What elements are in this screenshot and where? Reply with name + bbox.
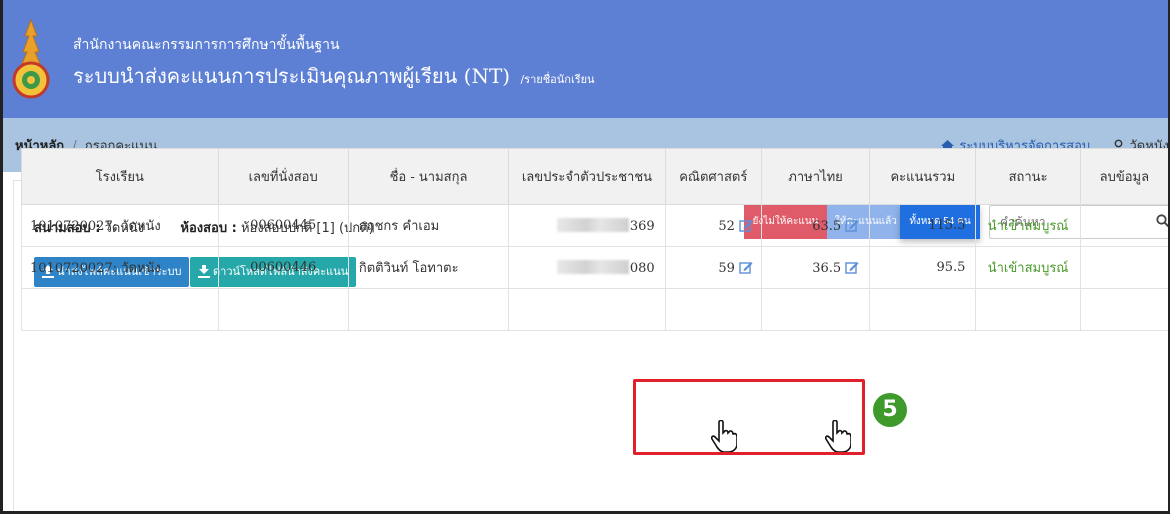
table-row: 1010720027: วัดหนัง 00600446 กิตติวินท์ … [21,246,1168,289]
system-title: ระบบนำส่งคะแนนการประเมินคุณภาพผู้เรียน (… [73,64,511,88]
col-total: คะแนนรวม [869,148,977,205]
cell-school: 1010720027: วัดหนัง [21,204,219,247]
cell-citizen-id: 080 [508,246,666,289]
app-header: สำนักงานคณะกรรมการการศึกษาขั้นพื้นฐาน ระ… [3,0,1168,118]
edit-thai-icon[interactable] [845,260,859,274]
col-school: โรงเรียน [21,148,219,205]
table-row [21,288,1168,331]
cell-total: 95.5 [869,246,977,289]
cell-citizen-id: 369 [508,204,666,247]
score-table: โรงเรียน เลขที่นั่งสอบ ชื่อ - นามสกุล เล… [21,148,1168,331]
col-delete: ลบข้อมูล [1079,148,1168,205]
obec-logo [12,18,50,99]
cell-seat: 00600446 [217,246,349,289]
cid-suffix: 369 [629,218,655,234]
cell-name: กิตติวินท์ โอทาตะ [347,246,510,289]
cell-status: นำเข้าสมบูรณ์ [975,246,1081,289]
cell-status: นำเข้าสมบูรณ์ [975,204,1081,247]
thai-score: 36.5 [812,260,842,276]
page-title: ระบบนำส่งคะแนนการประเมินคุณภาพผู้เรียน (… [73,60,595,92]
math-score: 59 [718,260,735,276]
table-row: 1010720027: วัดหนัง 00600445 กฤชกร คำเอม… [21,204,1168,247]
thai-score: 63.5 [812,218,842,234]
cell-school: 1010720027: วัดหนัง [21,246,219,289]
col-status: สถานะ [975,148,1081,205]
cell-math: 52 [664,204,762,247]
app-frame: สำนักงานคณะกรรมการการศึกษาขั้นพื้นฐาน ระ… [0,0,1170,514]
col-thai: ภาษาไทย [760,148,871,205]
cell-math: 59 [664,246,762,289]
edit-thai-icon[interactable] [845,218,859,232]
cell-delete [1079,204,1168,247]
col-citizen-id: เลขประจำตัวประชาชน [508,148,666,205]
cell-seat: 00600445 [217,204,349,247]
cell-total: 115.5 [869,204,977,247]
cell-thai: 63.5 [760,204,871,247]
cell-name: กฤชกร คำเอม [347,204,510,247]
cell-delete [1079,246,1168,289]
cid-suffix: 080 [629,260,655,276]
edit-math-icon[interactable] [739,260,753,274]
redacted-id [556,259,629,274]
page-subtitle: /รายชื่อนักเรียน [520,73,595,86]
col-name: ชื่อ - นามสกุล [347,148,510,205]
cell-thai: 36.5 [760,246,871,289]
col-seat: เลขที่นั่งสอบ [217,148,349,205]
org-name: สำนักงานคณะกรรมการการศึกษาขั้นพื้นฐาน [73,37,340,53]
step-badge: 5 [873,393,907,427]
col-math: คณิตศาสตร์ [664,148,762,205]
edit-math-icon[interactable] [739,218,753,232]
redacted-id [556,217,629,232]
table-header-row: โรงเรียน เลขที่นั่งสอบ ชื่อ - นามสกุล เล… [21,148,1168,205]
math-score: 52 [718,218,735,234]
